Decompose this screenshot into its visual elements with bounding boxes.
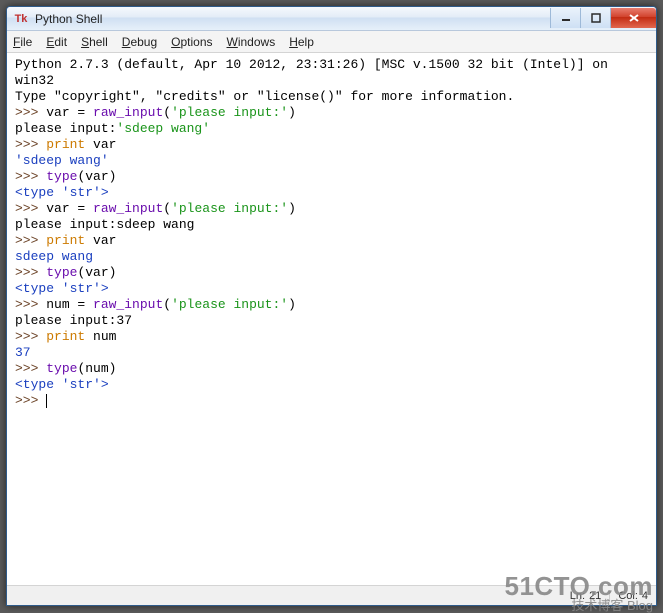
close-button[interactable] — [610, 8, 656, 28]
lineno-value: 21 — [589, 590, 601, 602]
code-span: var = — [46, 105, 93, 120]
console-line: >>> type(var) — [15, 169, 648, 185]
code-span: win32 — [15, 73, 54, 88]
code-span: please input:37 — [15, 313, 132, 328]
console-line: Python 2.7.3 (default, Apr 10 2012, 23:3… — [15, 57, 648, 73]
code-span: please input:sdeep wang — [15, 217, 194, 232]
code-span: 'please input:' — [171, 201, 288, 216]
colno-label: Col: — [618, 590, 638, 602]
code-span: print — [46, 329, 85, 344]
code-span: 'please input:' — [171, 297, 288, 312]
console-area[interactable]: Python 2.7.3 (default, Apr 10 2012, 23:3… — [7, 53, 656, 585]
code-span: <type 'str'> — [15, 377, 109, 392]
menu-shell[interactable]: Shell — [81, 35, 108, 49]
code-span: please input: — [15, 121, 116, 136]
code-span: raw_input — [93, 201, 163, 216]
code-span: type — [46, 361, 77, 376]
code-span: print — [46, 137, 85, 152]
console-line: Type "copyright", "credits" or "license(… — [15, 89, 648, 105]
code-span: var — [85, 137, 116, 152]
code-span: ) — [288, 297, 296, 312]
menu-edit[interactable]: Edit — [46, 35, 67, 49]
window-title: Python Shell — [35, 12, 550, 26]
console-line: <type 'str'> — [15, 281, 648, 297]
window-buttons — [550, 8, 656, 28]
console-line: >>> var = raw_input('please input:') — [15, 201, 648, 217]
menu-options[interactable]: Options — [171, 35, 212, 49]
code-span: Python 2.7.3 (default, Apr 10 2012, 23:3… — [15, 57, 608, 72]
code-span: (var) — [77, 169, 116, 184]
python-shell-window: Tk Python Shell File Edit Shell Debug Option… — [6, 6, 657, 606]
console-line: please input:'sdeep wang' — [15, 121, 648, 137]
code-span: 'please input:' — [171, 105, 288, 120]
code-span: ( — [163, 297, 171, 312]
console-line: please input:37 — [15, 313, 648, 329]
app-icon: Tk — [13, 11, 29, 27]
code-span: print — [46, 233, 85, 248]
code-span: (var) — [77, 265, 116, 280]
minimize-icon — [561, 13, 571, 23]
code-span: ( — [163, 201, 171, 216]
code-span: sdeep wang — [15, 249, 93, 264]
menubar: File Edit Shell Debug Options Windows Help — [7, 31, 656, 53]
console-line: >>> var = raw_input('please input:') — [15, 105, 648, 121]
code-span: >>> — [15, 361, 46, 376]
code-span: var — [85, 233, 116, 248]
console-line: 'sdeep wang' — [15, 153, 648, 169]
code-span: >>> — [15, 233, 46, 248]
console-line: <type 'str'> — [15, 185, 648, 201]
menu-help[interactable]: Help — [289, 35, 314, 49]
console-line: sdeep wang — [15, 249, 648, 265]
console-line: >>> — [15, 393, 648, 409]
code-span: num = — [46, 297, 93, 312]
code-span: 'sdeep wang' — [15, 153, 109, 168]
maximize-icon — [591, 13, 601, 23]
code-span: <type 'str'> — [15, 185, 109, 200]
console-line: >>> num = raw_input('please input:') — [15, 297, 648, 313]
statusbar: Ln: 21 Col: 4 — [7, 585, 656, 605]
code-span: raw_input — [93, 297, 163, 312]
code-span: >>> — [15, 105, 46, 120]
code-span: >>> — [15, 137, 46, 152]
code-span: >>> — [15, 169, 46, 184]
console-line: please input:sdeep wang — [15, 217, 648, 233]
text-cursor — [46, 394, 47, 408]
console-line: >>> type(num) — [15, 361, 648, 377]
menu-windows[interactable]: Windows — [227, 35, 276, 49]
close-icon — [628, 13, 640, 23]
menu-debug[interactable]: Debug — [122, 35, 157, 49]
console-line: 37 — [15, 345, 648, 361]
code-span: <type 'str'> — [15, 281, 109, 296]
code-span: var = — [46, 201, 93, 216]
code-span: >>> — [15, 201, 46, 216]
titlebar[interactable]: Tk Python Shell — [7, 7, 656, 31]
code-span: 37 — [15, 345, 31, 360]
code-span: type — [46, 265, 77, 280]
code-span: ) — [288, 201, 296, 216]
lineno-label: Ln: — [570, 590, 585, 602]
maximize-button[interactable] — [580, 8, 610, 28]
console-line: <type 'str'> — [15, 377, 648, 393]
menu-file[interactable]: File — [13, 35, 32, 49]
console-line: >>> type(var) — [15, 265, 648, 281]
code-span: ( — [163, 105, 171, 120]
statusbar-separator — [609, 590, 610, 602]
code-span: num — [85, 329, 116, 344]
console-line: win32 — [15, 73, 648, 89]
minimize-button[interactable] — [550, 8, 580, 28]
code-span: 'sdeep wang' — [116, 121, 210, 136]
code-span: type — [46, 169, 77, 184]
console-line: >>> print var — [15, 233, 648, 249]
code-span: ) — [288, 105, 296, 120]
code-span: >>> — [15, 265, 46, 280]
code-span: Type "copyright", "credits" or "license(… — [15, 89, 514, 104]
code-span: >>> — [15, 329, 46, 344]
code-span: >>> — [15, 393, 46, 408]
code-span: >>> — [15, 297, 46, 312]
colno-value: 4 — [642, 590, 648, 602]
code-span: raw_input — [93, 105, 163, 120]
code-span: (num) — [77, 361, 116, 376]
console-line: >>> print var — [15, 137, 648, 153]
console-line: >>> print num — [15, 329, 648, 345]
